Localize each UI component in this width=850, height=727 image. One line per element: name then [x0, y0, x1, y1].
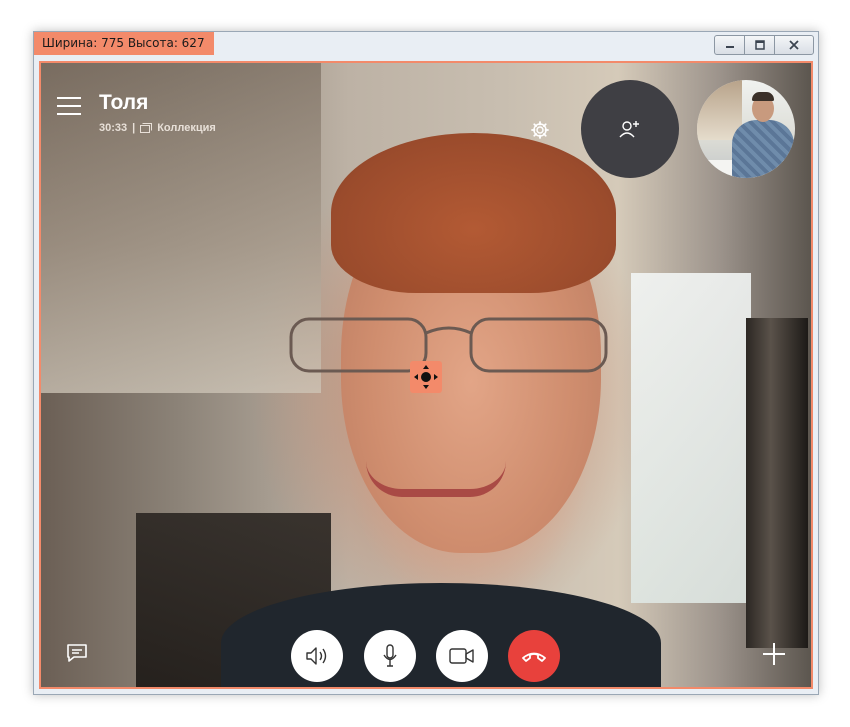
- self-view-preview[interactable]: [697, 80, 795, 178]
- collection-link[interactable]: Коллекция: [157, 122, 216, 134]
- plus-icon[interactable]: [763, 643, 785, 665]
- call-duration: 30:33: [99, 122, 128, 134]
- maximize-button[interactable]: [745, 36, 775, 54]
- minimize-button[interactable]: [715, 36, 745, 54]
- move-handle[interactable]: [410, 361, 442, 393]
- background-bookshelf: [41, 63, 321, 393]
- self-view-body: [732, 120, 794, 178]
- video-call-view: Толя 30:33 | Коллекция: [39, 61, 813, 689]
- caller-smile: [366, 461, 506, 497]
- call-meta: 30:33 | Коллекция: [99, 122, 216, 134]
- video-camera-icon: [449, 648, 474, 664]
- background-window: [631, 273, 751, 603]
- gear-icon[interactable]: [530, 120, 550, 140]
- close-button[interactable]: [775, 36, 813, 54]
- caller-glasses: [289, 317, 608, 373]
- move-icon: [414, 365, 438, 389]
- speaker-button[interactable]: [291, 630, 343, 682]
- speaker-icon: [306, 647, 327, 665]
- video-button[interactable]: [436, 630, 488, 682]
- contact-name: Толя: [99, 91, 149, 114]
- meta-separator: |: [132, 122, 136, 134]
- background-painting: [746, 318, 808, 648]
- add-people-button[interactable]: [581, 80, 679, 178]
- window-size-badge: Ширина: 775 Высота: 627: [34, 32, 214, 55]
- add-person-icon: [619, 121, 639, 138]
- self-view-hair: [752, 92, 774, 101]
- caller-hair: [331, 133, 616, 293]
- window-controls: [714, 35, 814, 55]
- microphone-button[interactable]: [364, 630, 416, 682]
- minimize-icon: [725, 46, 734, 48]
- close-icon: [789, 40, 799, 50]
- caller-shirt: [221, 583, 661, 687]
- microphone-icon: [383, 644, 397, 667]
- menu-button[interactable]: [57, 97, 81, 117]
- hang-up-icon: [522, 652, 546, 662]
- chat-icon[interactable]: [66, 643, 88, 663]
- hang-up-button[interactable]: [508, 630, 560, 682]
- collection-icon: [140, 123, 153, 133]
- maximize-icon: [754, 40, 765, 50]
